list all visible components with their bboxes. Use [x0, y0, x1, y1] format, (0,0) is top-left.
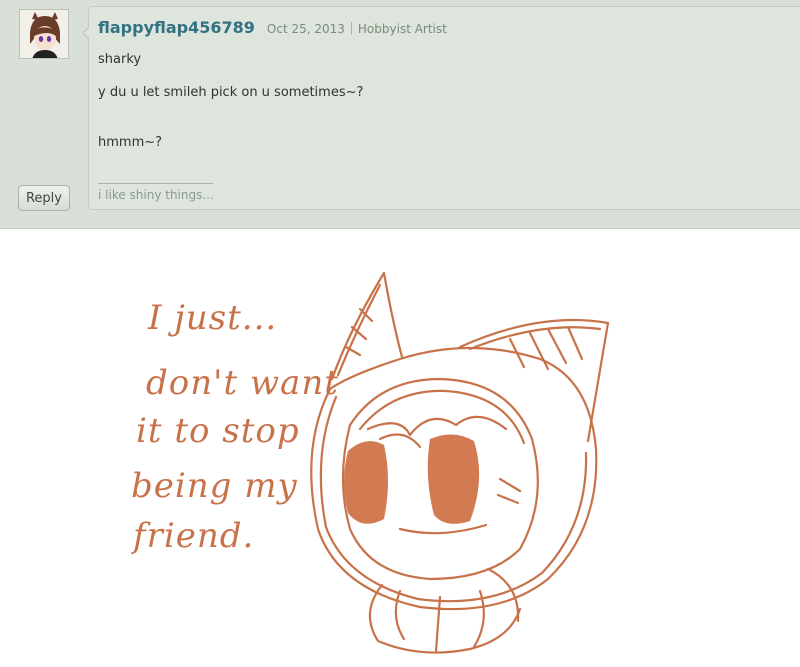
member-type: Hobbyist Artist	[357, 22, 447, 36]
sketch-eye-left	[344, 441, 388, 524]
signature: i like shiny things...	[98, 188, 214, 202]
reply-button[interactable]: Reply	[18, 185, 70, 211]
sketch-text-line: friend.	[130, 516, 254, 556]
sketch-text-line: it to stop	[136, 411, 300, 451]
comment-header: flappyflap456789 Oct 25, 2013 Hobbyist A…	[98, 18, 447, 44]
bubble-arrow-fill	[84, 27, 90, 39]
sketch-text-line: don't want	[146, 363, 339, 403]
comment-date[interactable]: Oct 25, 2013	[267, 22, 345, 36]
username-link[interactable]: flappyflap456789	[98, 18, 255, 37]
meta-divider	[350, 22, 352, 35]
comment-panel: Reply flappyflap456789 Oct 25, 2013 Hobb…	[0, 0, 800, 229]
comment-line: hmmm~?	[98, 135, 163, 150]
sketch-drawing: I just... don't want it to stop being my…	[0, 229, 800, 663]
sketch-eye-right	[427, 434, 480, 524]
signature-divider	[98, 183, 213, 184]
sketch-text-line: being my	[131, 466, 298, 506]
sketch-text-line: I just...	[147, 298, 277, 338]
comment-line: sharky	[98, 52, 142, 67]
avatar[interactable]	[19, 9, 69, 59]
comment-line: y du u let smileh pick on u sometimes~?	[98, 85, 364, 100]
